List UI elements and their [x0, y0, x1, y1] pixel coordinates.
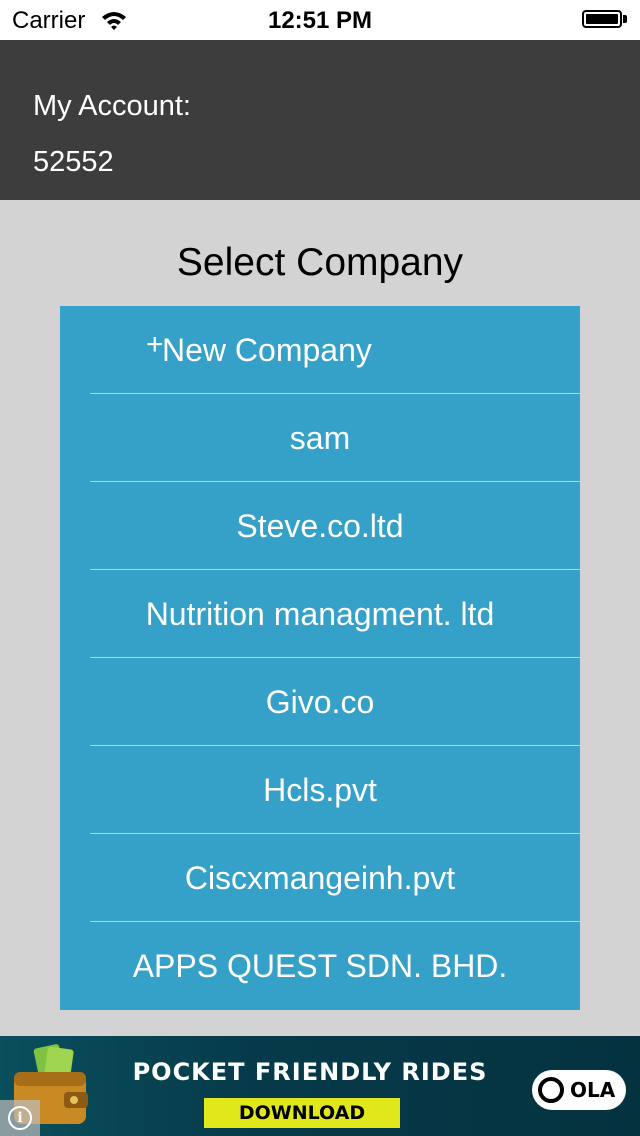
- company-item[interactable]: Ciscxmangeinh.pvt: [60, 834, 580, 922]
- company-name: Hcls.pvt: [263, 772, 377, 808]
- company-list: + New Company sam Steve.co.ltd Nutrition…: [60, 306, 580, 1010]
- company-item[interactable]: Givo.co: [60, 658, 580, 746]
- company-name: Ciscxmangeinh.pvt: [184, 860, 456, 896]
- company-name: Givo.co: [265, 684, 375, 720]
- new-company-label: New Company: [162, 332, 372, 368]
- company-item[interactable]: Hcls.pvt: [60, 746, 580, 834]
- company-item[interactable]: APPS QUEST SDN. BHD.: [60, 922, 580, 1010]
- ad-download-button[interactable]: DOWNLOAD: [204, 1098, 400, 1128]
- info-icon: i: [8, 1106, 32, 1130]
- page-title: Select Company: [176, 241, 464, 284]
- account-header: My Account: 52552: [0, 40, 640, 200]
- company-item[interactable]: sam: [60, 394, 580, 482]
- company-name: sam: [289, 420, 351, 456]
- clock-label: 12:51 PM: [267, 7, 373, 34]
- ad-headline: POCKET FRIENDLY RIDES: [132, 1058, 488, 1086]
- company-name: Steve.co.ltd: [236, 508, 404, 544]
- ad-banner[interactable]: POCKET FRIENDLY RIDES DOWNLOAD OLA: [0, 1036, 640, 1136]
- company-item[interactable]: Nutrition managment. ltd: [60, 570, 580, 658]
- ola-logo-text: OLA: [570, 1078, 616, 1102]
- account-label: My Account:: [33, 90, 191, 122]
- new-company-button[interactable]: + New Company: [60, 306, 580, 394]
- ola-logo: OLA: [532, 1070, 626, 1110]
- company-name: APPS QUEST SDN. BHD.: [132, 948, 508, 984]
- battery-icon: [582, 10, 628, 30]
- account-number: 52552: [33, 146, 114, 178]
- ola-ring-icon: [538, 1077, 564, 1103]
- company-name: Nutrition managment. ltd: [145, 596, 495, 632]
- ad-info-button[interactable]: i: [0, 1100, 40, 1136]
- company-item[interactable]: Steve.co.ltd: [60, 482, 580, 570]
- status-bar: Carrier 12:51 PM: [0, 0, 640, 40]
